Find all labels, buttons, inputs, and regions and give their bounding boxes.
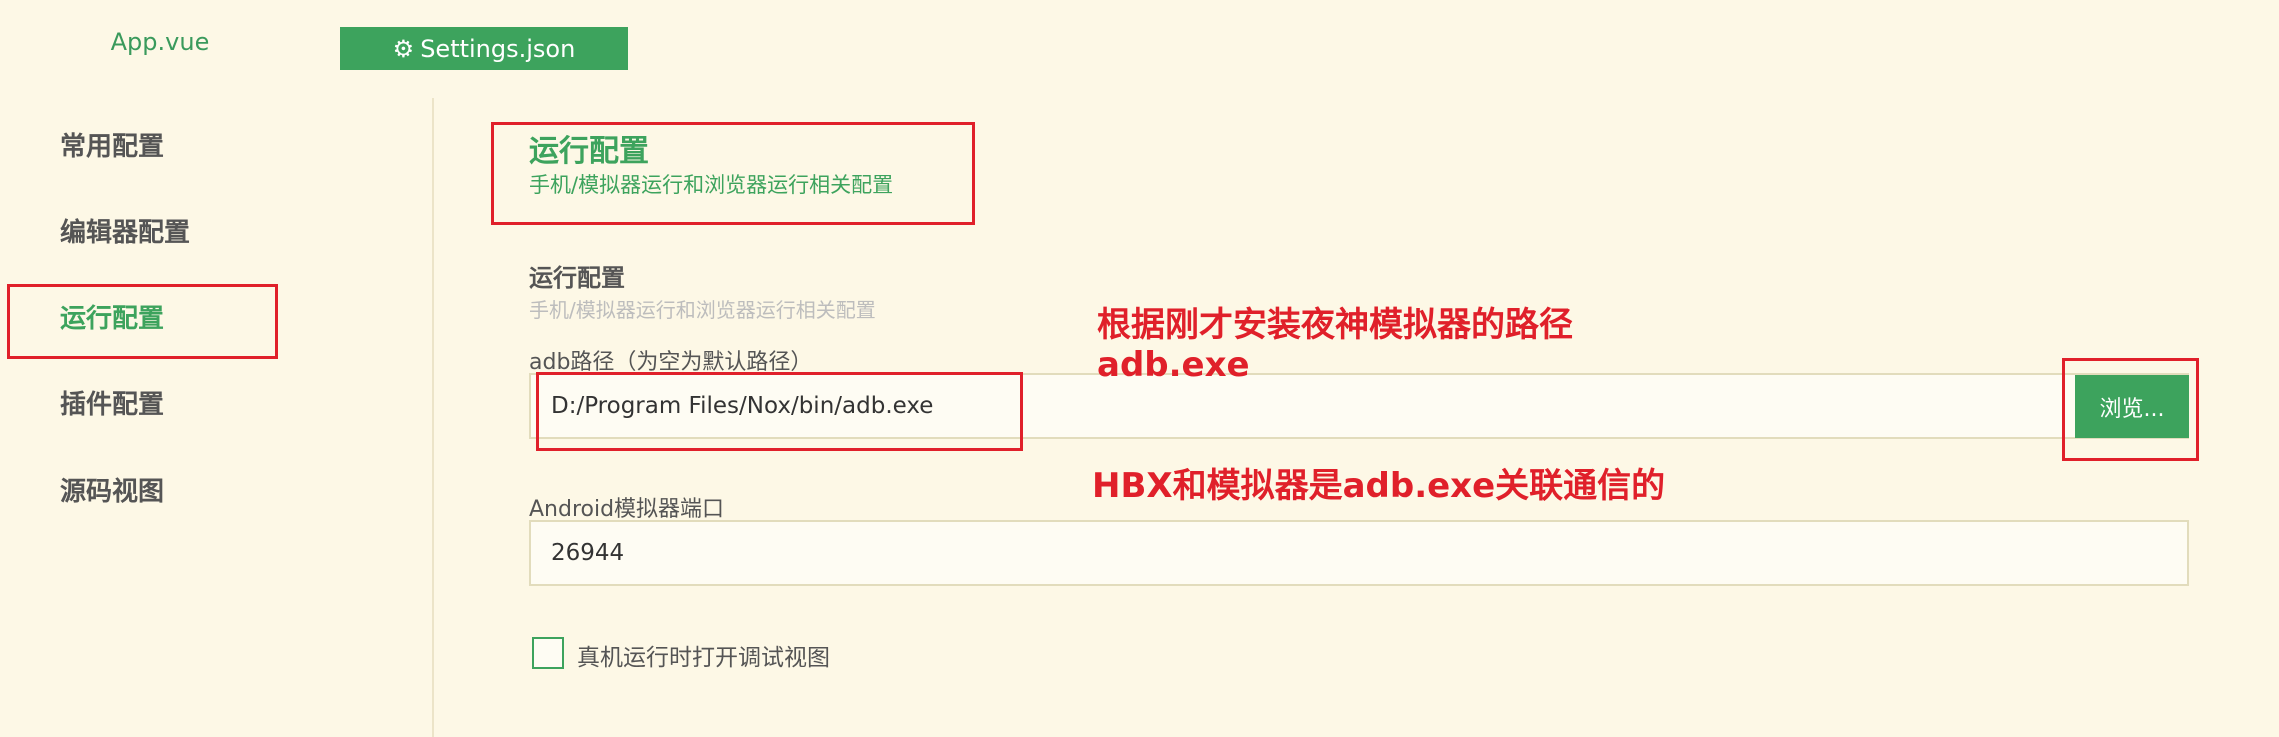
annotation-box-browse xyxy=(2062,358,2199,461)
annotation-text-communication: HBX和模拟器是adb.exe关联通信的 xyxy=(1092,466,1666,506)
sidebar-item-plugins[interactable]: 插件配置 xyxy=(60,384,164,421)
emulator-port-label: Android模拟器端口 xyxy=(529,497,725,522)
debug-view-checkbox[interactable] xyxy=(532,637,564,669)
emulator-port-value: 26944 xyxy=(551,540,625,566)
annotation-box-header xyxy=(491,122,975,225)
tab-app-vue[interactable]: App.vue xyxy=(90,28,230,56)
section-description: 手机/模拟器运行和浏览器运行相关配置 xyxy=(529,298,876,322)
emulator-port-input[interactable]: 26944 xyxy=(529,520,2189,586)
annotation-text-path: 根据刚才安装夜神模拟器的路径 xyxy=(1097,305,1573,345)
gear-icon: ⚙ xyxy=(392,34,415,63)
tab-settings-json[interactable]: ⚙ Settings.json xyxy=(340,27,628,70)
sidebar-divider xyxy=(432,98,434,737)
annotation-box-sidebar xyxy=(7,284,278,359)
debug-view-checkbox-label[interactable]: 真机运行时打开调试视图 xyxy=(577,638,830,672)
sidebar-item-editor[interactable]: 编辑器配置 xyxy=(60,212,190,249)
annotation-box-adb-path xyxy=(536,372,1023,451)
annotation-text-adb: adb.exe xyxy=(1097,345,1250,385)
section-title: 运行配置 xyxy=(529,264,625,292)
sidebar-item-source-view[interactable]: 源码视图 xyxy=(60,471,164,508)
sidebar-item-common[interactable]: 常用配置 xyxy=(60,126,164,163)
tab-settings-json-label: Settings.json xyxy=(420,34,576,63)
